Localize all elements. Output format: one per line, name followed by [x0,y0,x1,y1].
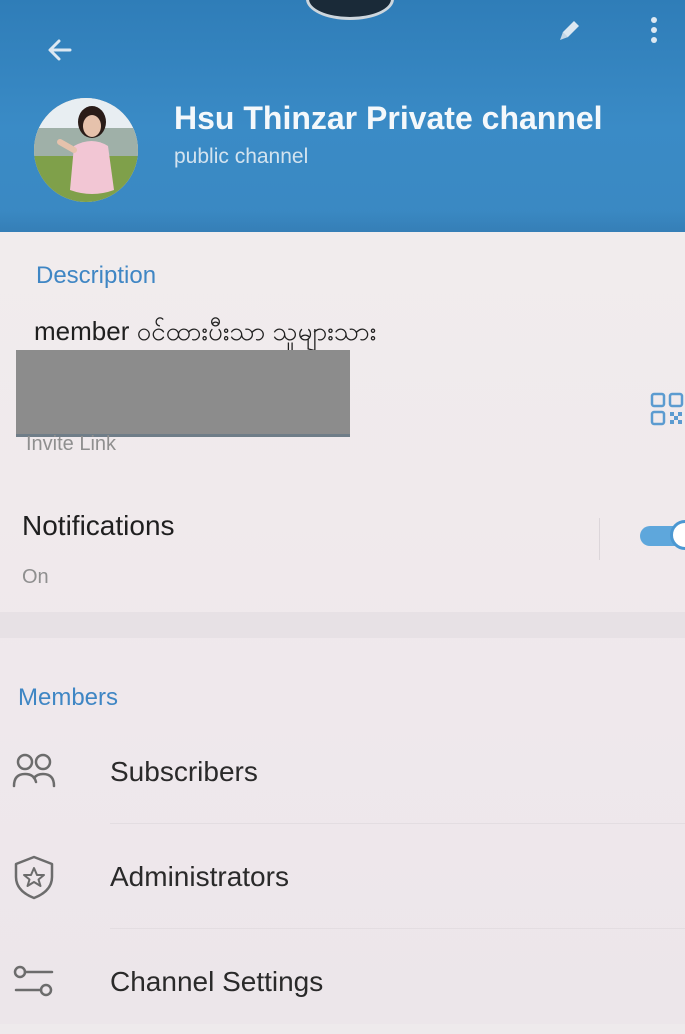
back-button[interactable] [40,30,80,70]
arrow-left-icon [48,39,72,61]
more-vertical-icon [651,17,657,43]
toggle-divider [599,518,600,560]
qr-code-button[interactable] [650,392,684,426]
row-divider [110,823,685,824]
section-divider [0,612,685,638]
avatar-photo [34,98,138,202]
people-icon [10,748,60,796]
description-heading: Description [36,262,157,289]
channel-header: Hsu Thinzar Private channel public chann… [0,0,685,232]
more-options-button[interactable] [636,10,672,50]
row-divider [110,928,685,929]
channel-settings-item[interactable]: Channel Settings [0,930,685,1034]
qr-code-icon [650,392,684,426]
members-heading: Members [18,684,119,711]
administrators-label: Administrators [110,861,289,892]
channel-settings-label: Channel Settings [110,966,324,997]
invite-link-label: Invite Link [26,433,117,455]
description-text: member ဝင်ထားပီးသာ သူများသား [34,316,377,346]
redacted-invite-link[interactable] [16,350,350,434]
channel-title: Hsu Thinzar Private channel [174,100,603,136]
edit-button[interactable] [550,12,590,48]
notifications-label[interactable]: Notifications [22,510,175,542]
pencil-icon [560,21,579,40]
shield-star-icon [10,853,60,901]
channel-type: public channel [174,145,309,168]
sliders-icon [10,958,60,1006]
channel-info-panel: Description member ဝင်ထားပီးသာ သူများသား… [0,232,685,1024]
subscribers-item[interactable]: Subscribers [0,720,685,824]
channel-avatar[interactable] [34,98,138,202]
notifications-status: On [22,566,49,588]
subscribers-label: Subscribers [110,756,258,787]
camera-notch [306,0,394,20]
administrators-item[interactable]: Administrators [0,825,685,929]
notifications-toggle[interactable] [640,520,685,552]
